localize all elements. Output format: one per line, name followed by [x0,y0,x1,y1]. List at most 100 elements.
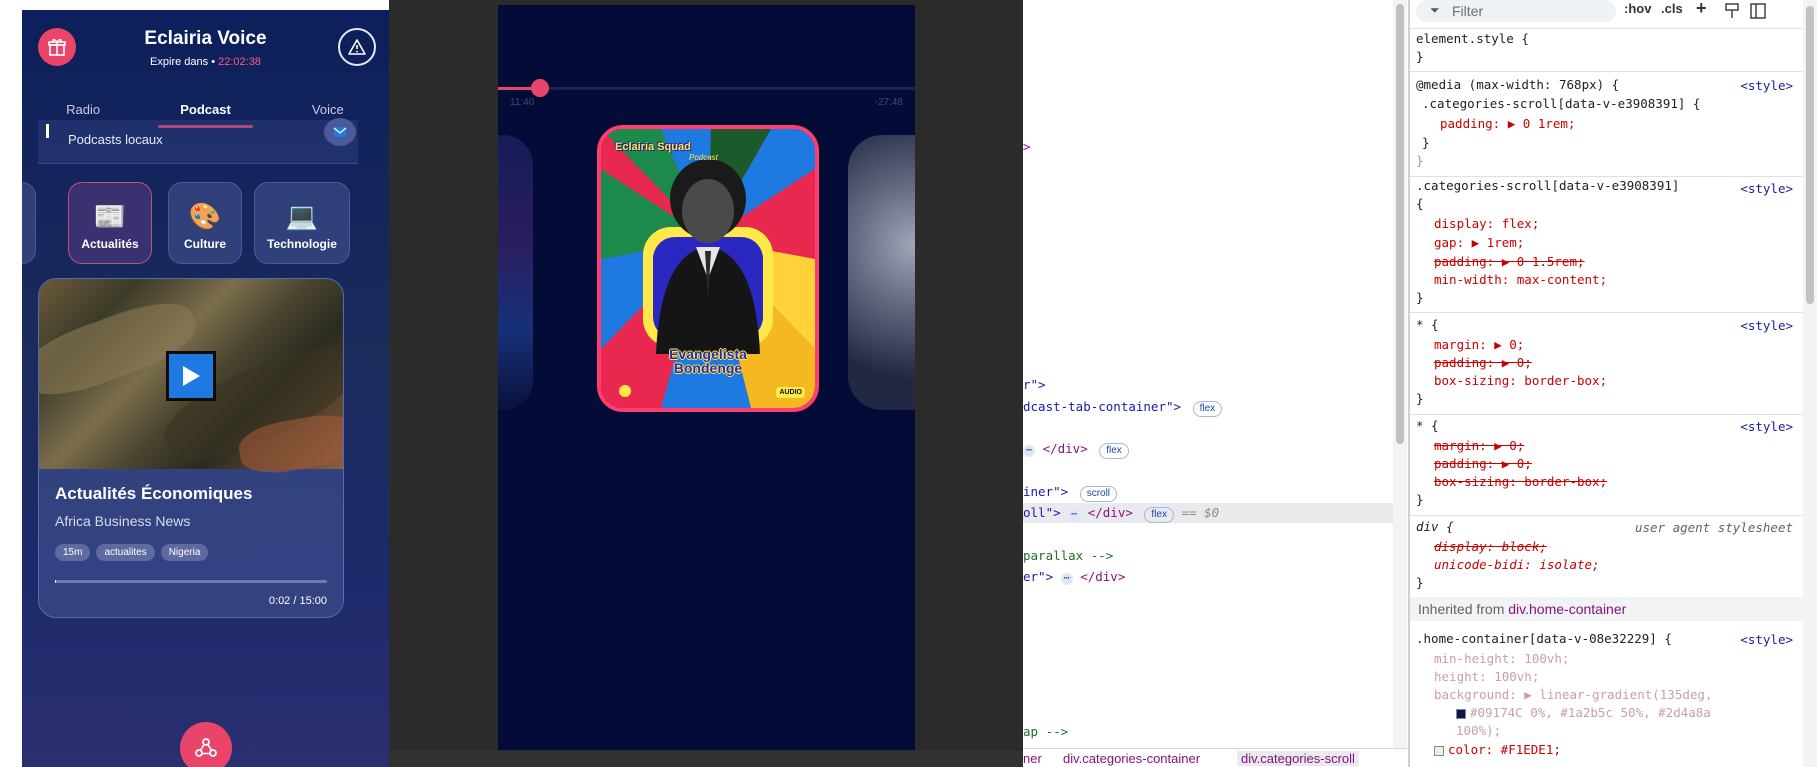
dom-fragment: </div> [1080,569,1126,584]
category-card-partial[interactable] [22,182,36,264]
dom-node-line[interactable]: r"> [1023,375,1046,395]
collapsed-ellipsis[interactable]: ⋯ [1023,445,1036,457]
css-declaration-overridden[interactable]: display: block; [1434,538,1547,556]
rule-selector[interactable]: .categories-scroll[data-v-e3908391] [1416,177,1679,195]
css-declaration[interactable]: color: #F1EDE1; [1434,741,1561,759]
css-declaration-overridden[interactable]: padding: ▶ 0 1.5rem; [1434,253,1585,271]
cover-name-line1: Evangelista [669,346,747,362]
dom-node-line[interactable]: parallax --> [1023,546,1113,566]
community-button[interactable] [180,722,232,767]
media-selector[interactable]: .categories-scroll[data-v-e3908391] { [1422,95,1700,113]
paint-roller-icon[interactable] [1724,3,1740,19]
css-declaration[interactable]: min-width: max-content; [1434,271,1607,289]
podcast-time: 0:02 / 15:00 [268,595,327,607]
declaration-text: gap: ▶ 1rem; [1434,235,1525,250]
media-query[interactable]: @media (max-width: 768px) { [1416,76,1619,94]
seek-knob[interactable] [530,79,549,97]
color-swatch[interactable] [1434,745,1444,756]
section-marker [46,124,49,138]
hover-state-toggle[interactable]: :hov [1624,1,1651,16]
css-declaration-inherited[interactable]: height: 100vh; [1434,668,1539,686]
category-culture[interactable]: 🎨 Culture [168,182,242,264]
rule-separator [1410,515,1817,516]
declaration-text: height: 100vh; [1434,669,1540,684]
dom-node-line-selected[interactable]: oll"> ⋯ </div> flex == $0 [1023,503,1393,523]
styles-filter[interactable]: ⏷ Filter [1416,0,1616,22]
style-source-link[interactable]: <style> [1740,419,1793,434]
alert-button[interactable] [338,28,376,66]
ua-selector[interactable]: div { [1416,518,1454,536]
declaration-text: #09174C 0%, #1a2b5c 50%, #2d4a8a [1470,705,1711,720]
categories-scroll[interactable]: 📰 Actualités 🎨 Culture 💻 Technologie [22,182,389,264]
css-declaration-overridden[interactable]: padding: ▶ 0; [1434,455,1532,473]
css-declaration[interactable]: display: flex; [1434,215,1539,233]
declaration-text: display: flex; [1434,216,1540,231]
declaration-text: min-height: 100vh; [1434,651,1570,666]
next-cover[interactable] [848,135,915,410]
filter-icon: ⏷ [1430,3,1440,17]
seek-bar[interactable] [498,87,915,90]
css-declaration[interactable]: padding: ▶ 0 1rem; [1440,115,1575,133]
css-declaration[interactable]: margin: ▶ 0; [1434,336,1524,354]
local-podcasts-label: Podcasts locaux [68,132,163,147]
color-swatch[interactable] [1456,708,1466,719]
flex-badge[interactable]: flex [1144,507,1174,523]
rule-selector[interactable]: .home-container[data-v-08e32229] { [1416,630,1672,648]
local-podcasts-row[interactable]: Podcasts locaux [38,118,358,164]
current-cover[interactable]: Eclairia Squad Podcast Evangelista Bonde… [597,125,819,412]
play-button[interactable] [166,351,216,401]
collapsed-ellipsis[interactable]: ⋯ [1068,509,1081,521]
sidebar-toggle-icon[interactable] [1750,3,1766,19]
dom-node-line[interactable]: > [1023,137,1031,157]
mail-button[interactable] [324,118,356,146]
universal-selector[interactable]: * { [1416,417,1439,435]
breadcrumb-item[interactable]: div.categories-container [1063,751,1200,766]
previous-cover[interactable] [498,135,533,410]
flex-badge[interactable]: flex [1192,401,1223,417]
style-source-link[interactable]: <style> [1740,181,1793,196]
dom-node-line[interactable]: ⋯ </div> flex [1023,439,1129,459]
category-technologie[interactable]: 💻 Technologie [254,182,350,264]
flex-badge[interactable]: flex [1099,443,1129,459]
style-source-link[interactable]: <style> [1740,78,1793,93]
element-style-selector[interactable]: element.style { [1416,30,1529,48]
css-declaration-overridden[interactable]: margin: ▶ 0; [1434,437,1524,455]
style-source-link[interactable]: <style> [1740,318,1793,333]
css-declaration-inherited[interactable]: background: ▶ linear-gradient(135deg, [1434,686,1712,704]
dom-node-line[interactable]: dcast-tab-container"> flex [1023,397,1223,417]
rule-separator [1410,28,1817,29]
dom-node-line[interactable]: iner"> scroll [1023,482,1118,502]
css-declaration-continuation: 100%); [1456,722,1501,740]
dom-fragment: </div> [1087,505,1133,520]
collapsed-ellipsis[interactable]: ⋯ [1060,573,1073,585]
class-toggle[interactable]: .cls [1661,1,1683,16]
styles-scroll-thumb[interactable] [1806,6,1814,304]
rule-close: } [1422,135,1430,150]
podcast-progress-fill [55,580,56,583]
breadcrumb-item-active[interactable]: div.categories-scroll [1237,751,1359,766]
remaining-time: -27:48 [874,97,903,108]
elements-scroll-thumb[interactable] [1396,4,1404,444]
scroll-badge[interactable]: scroll [1079,486,1118,502]
podcast-card[interactable]: Actualités Économiques Africa Business N… [38,278,344,618]
category-actualites[interactable]: 📰 Actualités [68,182,152,264]
css-declaration[interactable]: gap: ▶ 1rem; [1434,234,1524,252]
css-declaration[interactable]: unicode-bidi: isolate; [1434,556,1600,574]
universal-selector[interactable]: * { [1416,316,1439,334]
devtools-elements-pane: > r"> dcast-tab-container"> flex ⋯ </div… [1023,0,1416,767]
style-source-link[interactable]: <style> [1740,632,1793,647]
tag-country: Nigeria [160,544,209,561]
inherited-element-link[interactable]: div.home-container [1508,601,1626,617]
devtools-styles-pane: ⏷ Filter :hov .cls + element.style { } @… [1409,0,1817,767]
styles-scrollbar[interactable] [1803,0,1817,767]
dom-node-line[interactable]: ap --> [1023,722,1068,742]
dom-node-line[interactable]: er"> ⋯ </div> [1023,567,1125,587]
elements-scrollbar[interactable] [1393,0,1407,767]
podcast-progress-bar[interactable] [55,580,327,583]
css-declaration[interactable]: box-sizing: border-box; [1434,372,1607,390]
css-declaration-overridden[interactable]: box-sizing: border-box; [1434,473,1607,491]
css-declaration-inherited[interactable]: min-height: 100vh; [1434,650,1569,668]
new-rule-button[interactable]: + [1696,0,1707,19]
breadcrumb-item[interactable]: ner [1023,751,1042,766]
css-declaration-overridden[interactable]: padding: ▶ 0; [1434,354,1532,372]
